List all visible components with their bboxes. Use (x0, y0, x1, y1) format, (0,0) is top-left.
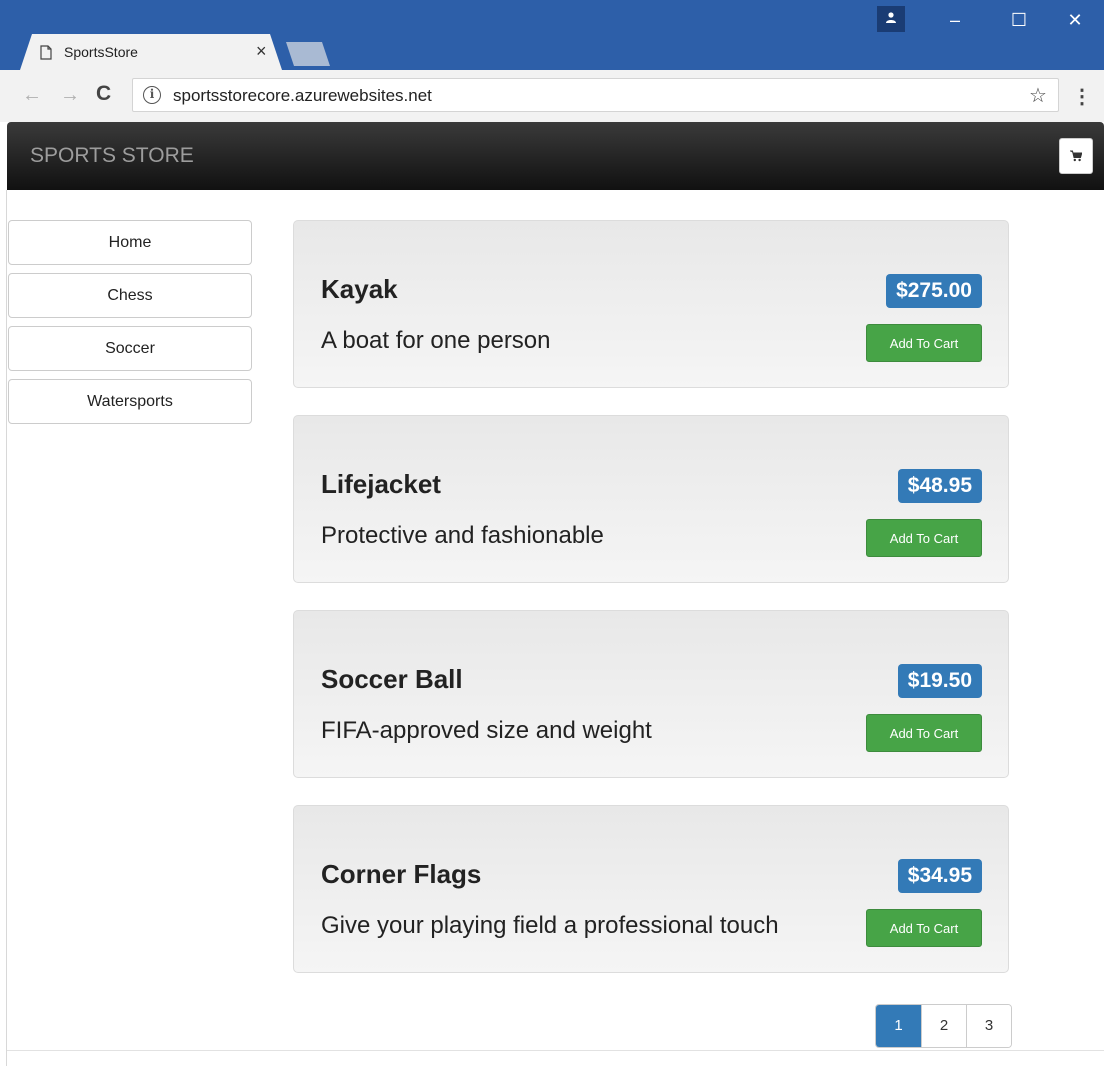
browser-menu-icon[interactable]: ⋮ (1072, 84, 1092, 109)
add-to-cart-button[interactable]: Add To Cart (866, 909, 982, 947)
product-name: Soccer Ball (321, 664, 463, 694)
add-to-cart-button[interactable]: Add To Cart (866, 714, 982, 752)
close-icon[interactable]: ✕ (1060, 10, 1090, 31)
page-icon (40, 45, 52, 60)
product-panel: Kayak A boat for one person $275.00 Add … (293, 220, 1009, 388)
product-price-badge: $275.00 (886, 274, 982, 308)
back-arrow-icon[interactable]: ← (22, 84, 42, 107)
product-name: Lifejacket (321, 469, 441, 499)
page-button-1[interactable]: 1 (876, 1005, 921, 1047)
category-button-chess[interactable]: Chess (8, 273, 252, 318)
product-price-badge: $34.95 (897, 859, 982, 893)
page-button-3[interactable]: 3 (966, 1005, 1011, 1047)
address-toolbar: ← → C i sportsstorecore.azurewebsites.ne… (0, 70, 1104, 122)
product-name: Corner Flags (321, 859, 482, 889)
product-description: FIFA-approved size and weight (321, 717, 652, 744)
product-description: Protective and fashionable (321, 522, 604, 549)
reload-icon[interactable]: C (96, 82, 111, 106)
product-panel: Lifejacket Protective and fashionable $4… (293, 415, 1009, 583)
info-icon[interactable]: i (143, 86, 161, 104)
product-panel: Corner Flags Give your playing field a p… (293, 805, 1009, 973)
product-panel: Soccer Ball FIFA-approved size and weigh… (293, 610, 1009, 778)
product-description: A boat for one person (321, 327, 551, 354)
page-button-2[interactable]: 2 (921, 1005, 966, 1047)
site-navbar: SPORTS STORE (7, 122, 1104, 190)
product-name: Kayak (321, 274, 398, 304)
divider (7, 1050, 1104, 1051)
shopping-cart-icon (1070, 150, 1082, 162)
brand-title[interactable]: SPORTS STORE (30, 144, 194, 168)
bookmark-star-icon[interactable]: ☆ (1029, 83, 1047, 108)
window-titlebar: SportsStore × – ☐ ✕ (0, 0, 1104, 70)
add-to-cart-button[interactable]: Add To Cart (866, 519, 982, 557)
category-button-soccer[interactable]: Soccer (8, 326, 252, 371)
url-text[interactable]: sportsstorecore.azurewebsites.net (173, 86, 432, 106)
product-description: Give your playing field a professional t… (321, 912, 779, 939)
category-button-watersports[interactable]: Watersports (8, 379, 252, 424)
tab-close-icon[interactable]: × (256, 41, 267, 62)
forward-arrow-icon[interactable]: → (60, 84, 80, 107)
product-price-badge: $48.95 (897, 469, 982, 503)
add-to-cart-button[interactable]: Add To Cart (866, 324, 982, 362)
tab-title: SportsStore (64, 44, 138, 60)
pagination: 1 2 3 (875, 1004, 1012, 1048)
new-tab-button[interactable] (286, 42, 330, 66)
browser-tab[interactable]: SportsStore × (20, 34, 282, 70)
maximize-icon[interactable]: ☐ (1004, 10, 1034, 31)
url-input[interactable]: i sportsstorecore.azurewebsites.net ☆ (132, 78, 1059, 112)
profile-icon[interactable] (877, 6, 905, 32)
cart-button[interactable] (1059, 138, 1093, 174)
window-left-edge (0, 190, 7, 1066)
minimize-icon[interactable]: – (940, 10, 970, 31)
category-button-home[interactable]: Home (8, 220, 252, 265)
product-price-badge: $19.50 (897, 664, 982, 698)
